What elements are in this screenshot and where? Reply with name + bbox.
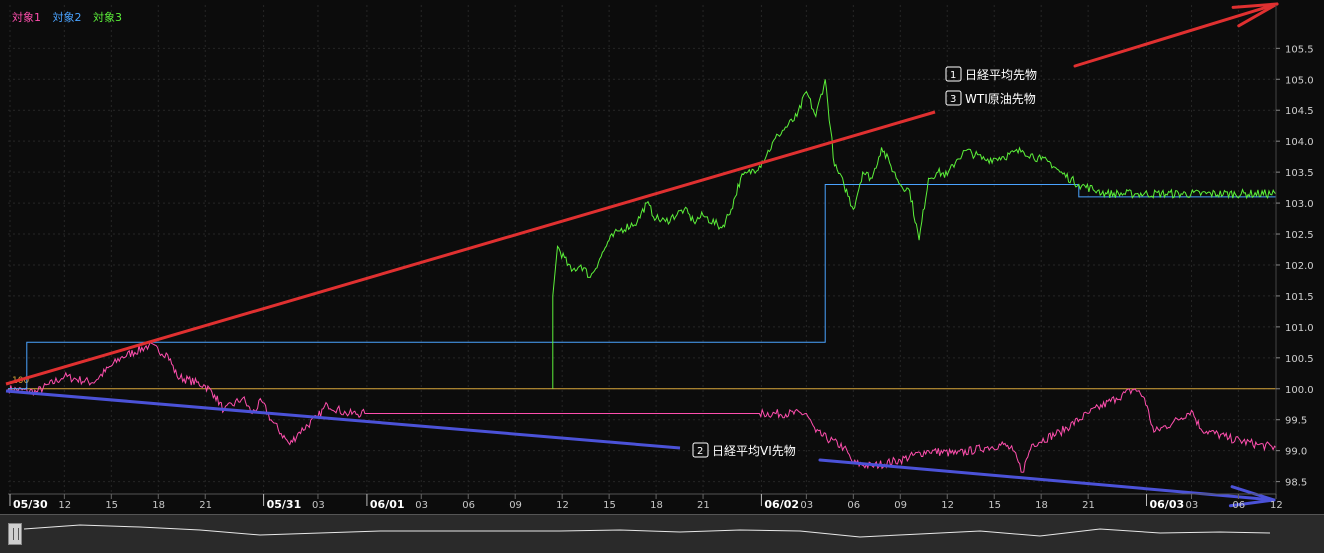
y-tick-label: 105.5 bbox=[1285, 44, 1314, 55]
x-tick-label: 06/03 bbox=[1150, 498, 1185, 511]
y-tick-label: 105.0 bbox=[1285, 75, 1314, 86]
annotation-label: 日経平均VI先物 bbox=[712, 444, 796, 458]
annotation-label: WTI原油先物 bbox=[965, 92, 1036, 106]
annotation-number: 2 bbox=[697, 446, 703, 457]
y-tick-label: 99.5 bbox=[1285, 416, 1307, 427]
legend-item-series2[interactable]: 対象2 bbox=[53, 11, 82, 24]
x-tick-label: 03 bbox=[312, 500, 325, 511]
y-tick-label: 103.0 bbox=[1285, 199, 1314, 210]
x-tick-label: 06 bbox=[1232, 500, 1245, 511]
x-tick-label: 12 bbox=[1270, 500, 1283, 511]
x-tick-label: 18 bbox=[152, 500, 165, 511]
y-tick-label: 100.5 bbox=[1285, 354, 1314, 365]
x-tick-label: 09 bbox=[509, 500, 522, 511]
y-tick-label: 103.5 bbox=[1285, 168, 1314, 179]
y-tick-label: 104.0 bbox=[1285, 137, 1314, 148]
chart-background bbox=[0, 0, 1324, 514]
x-tick-label: 15 bbox=[988, 500, 1001, 511]
x-tick-label: 12 bbox=[58, 500, 71, 511]
y-tick-label: 102.5 bbox=[1285, 230, 1314, 241]
time-navigator[interactable] bbox=[0, 514, 1324, 553]
y-tick-label: 100.0 bbox=[1285, 385, 1314, 396]
x-tick-label: 15 bbox=[105, 500, 118, 511]
x-tick-label: 03 bbox=[800, 500, 813, 511]
annotation-label: 日経平均先物 bbox=[965, 68, 1037, 82]
legend-item-series3[interactable]: 対象3 bbox=[93, 11, 122, 24]
y-tick-label: 101.0 bbox=[1285, 323, 1314, 334]
x-tick-label: 06/01 bbox=[370, 498, 405, 511]
y-tick-label: 98.5 bbox=[1285, 478, 1307, 489]
x-tick-label: 05/31 bbox=[267, 498, 302, 511]
x-tick-label: 03 bbox=[1185, 500, 1198, 511]
legend-item-series1[interactable]: 対象1 bbox=[12, 11, 41, 24]
y-tick-label: 99.0 bbox=[1285, 447, 1307, 458]
y-tick-label: 104.5 bbox=[1285, 106, 1314, 117]
x-tick-label: 05/30 bbox=[13, 498, 48, 511]
x-tick-label: 12 bbox=[941, 500, 954, 511]
x-tick-label: 12 bbox=[556, 500, 569, 511]
y-tick-label: 101.5 bbox=[1285, 292, 1314, 303]
chart-canvas: 100 2日経平均VI先物1日経平均先物3WTI原油先物 98.599.099.… bbox=[0, 0, 1324, 514]
x-tick-label: 21 bbox=[199, 500, 212, 511]
x-tick-label: 09 bbox=[894, 500, 907, 511]
x-tick-label: 15 bbox=[603, 500, 616, 511]
annotation-number: 3 bbox=[950, 94, 956, 105]
y-tick-label: 102.0 bbox=[1285, 261, 1314, 272]
annotation-number: 1 bbox=[950, 70, 956, 81]
x-tick-label: 06 bbox=[847, 500, 860, 511]
x-tick-label: 06 bbox=[462, 500, 475, 511]
legend: 対象1 対象2 対象3 bbox=[12, 9, 130, 25]
x-tick-label: 03 bbox=[415, 500, 428, 511]
x-tick-label: 18 bbox=[650, 500, 663, 511]
navigator-preview bbox=[23, 524, 1271, 538]
x-tick-label: 21 bbox=[697, 500, 710, 511]
x-tick-label: 06/02 bbox=[764, 498, 799, 511]
x-tick-label: 18 bbox=[1035, 500, 1048, 511]
x-tick-label: 21 bbox=[1082, 500, 1095, 511]
navigator-overview-line bbox=[23, 524, 1271, 538]
